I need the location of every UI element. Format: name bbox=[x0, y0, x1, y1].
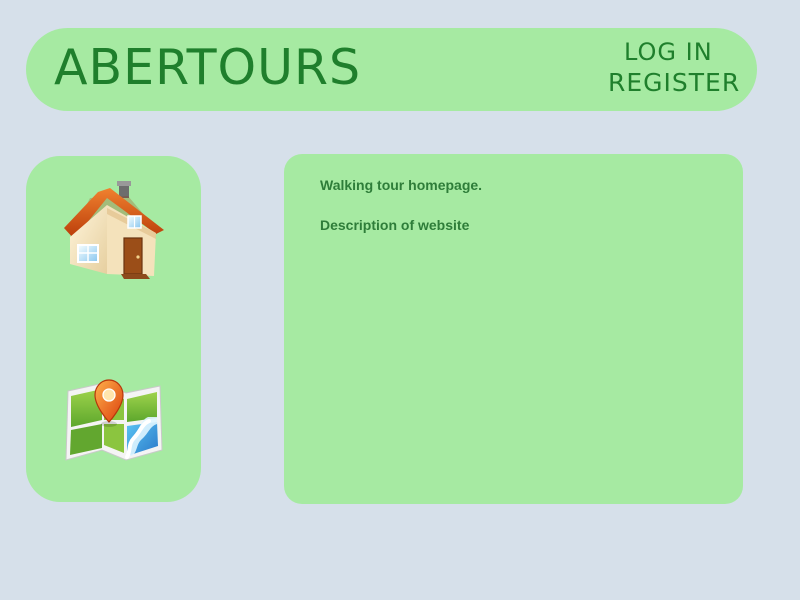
main-content-panel: Walking tour homepage. Description of we… bbox=[284, 154, 743, 504]
map-nav-button[interactable] bbox=[62, 372, 166, 464]
sidebar-nav bbox=[26, 156, 201, 502]
home-nav-button[interactable] bbox=[60, 178, 168, 286]
site-logo-text: ABERTOURS bbox=[54, 39, 362, 96]
site-header: ABERTOURS LOG IN REGISTER bbox=[26, 28, 757, 111]
website-description: Description of website bbox=[320, 217, 470, 233]
register-link[interactable]: REGISTER bbox=[608, 68, 740, 98]
home-icon bbox=[64, 181, 164, 279]
map-icon bbox=[65, 379, 163, 461]
login-link[interactable]: LOG IN bbox=[624, 38, 713, 66]
page-title: Walking tour homepage. bbox=[320, 177, 483, 193]
